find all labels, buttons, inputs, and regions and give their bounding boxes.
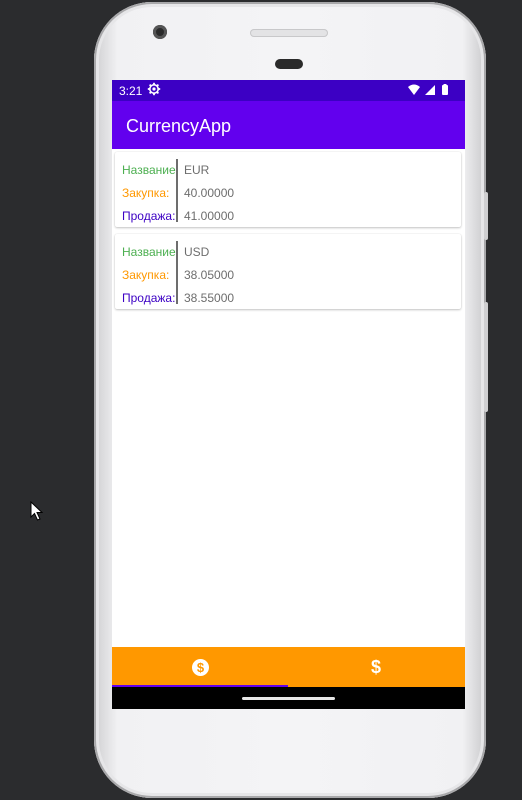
mouse-cursor-icon [30,501,44,521]
svg-text:$: $ [371,658,381,676]
device-screen: 3:21 CurrencyApp Название Закупка: Прода… [112,80,465,709]
power-button [484,192,488,240]
app-bar: CurrencyApp [112,101,465,149]
settings-gear-icon [147,82,161,99]
buy-rate-value: 38.05000 [184,268,235,282]
currency-name-value: USD [184,245,210,259]
currency-name-value: EUR [184,163,210,177]
bottom-navigation: $ $ [112,647,465,687]
phone-speaker [250,29,328,37]
buy-label: Закупка: [122,186,170,200]
buy-label: Закупка: [122,268,170,282]
wifi-icon [408,84,420,95]
sell-rate-value: 41.00000 [184,209,235,223]
dollar-icon: $ [371,658,381,676]
sell-label: Продажа: [122,291,176,305]
card-divider [176,159,178,222]
status-bar: 3:21 [112,80,465,101]
name-label: Название [122,163,176,177]
system-navigation-bar [112,687,465,709]
status-icons [407,84,455,99]
volume-button [484,302,488,412]
currency-card[interactable]: Название Закупка: Продажа: USD 38.05000 … [115,234,461,309]
phone-earpiece [275,59,303,69]
status-time: 3:21 [119,84,143,98]
signal-icon [425,85,435,95]
sell-rate-value: 38.55000 [184,291,235,305]
dollar-circle-icon: $ [192,659,209,676]
front-camera [153,25,167,39]
nav-item-rates[interactable]: $ [112,647,288,687]
battery-icon [442,84,448,95]
svg-text:$: $ [197,660,205,675]
name-label: Название [122,245,176,259]
card-divider [176,241,178,304]
currency-card[interactable]: Название Закупка: Продажа: EUR 40.00000 … [115,152,461,227]
nav-item-currency[interactable]: $ [288,647,464,687]
home-gesture-handle[interactable] [242,697,335,700]
app-title: CurrencyApp [126,116,232,136]
sell-label: Продажа: [122,209,176,223]
buy-rate-value: 40.00000 [184,186,235,200]
